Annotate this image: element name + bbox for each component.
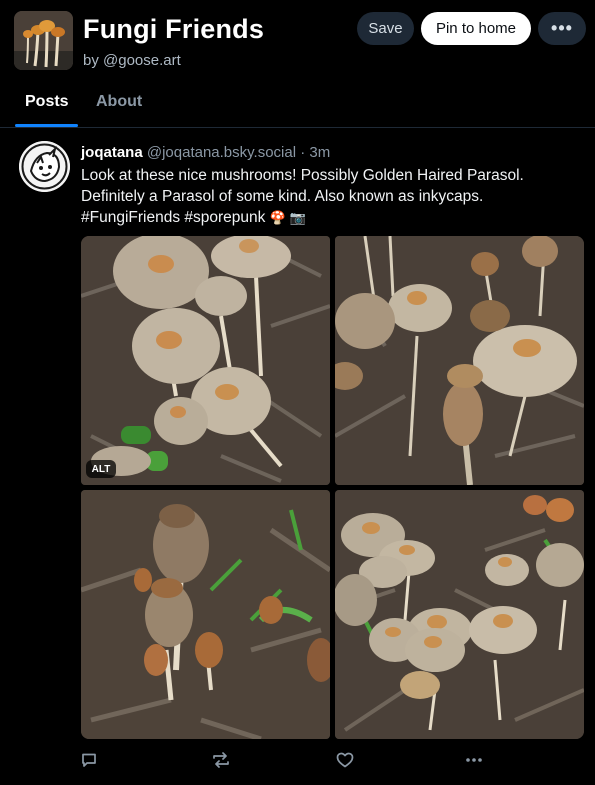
- feed-header: Fungi Friends by @goose.art Save Pin to …: [0, 0, 595, 80]
- post-emoji: 🍄 📷: [269, 210, 306, 225]
- alt-text-badge[interactable]: ALT: [86, 460, 116, 478]
- feed-avatar: [14, 11, 73, 70]
- post-display-name[interactable]: joqatana: [81, 144, 143, 161]
- more-options-button[interactable]: •••: [538, 12, 586, 45]
- post-image-4[interactable]: [335, 490, 584, 739]
- post-body: Look at these nice mushrooms! Possibly G…: [81, 165, 581, 228]
- post-header: joqatana @joqatana.bsky.social · 3m: [81, 144, 330, 161]
- mushroom-photo-3-icon: [81, 490, 330, 739]
- mushroom-photo-1-icon: [81, 236, 330, 485]
- save-button[interactable]: Save: [357, 12, 414, 45]
- post-image-grid: ALT: [81, 236, 584, 740]
- like-icon[interactable]: [336, 752, 356, 772]
- more-icon[interactable]: [464, 752, 484, 772]
- post-separator: ·: [300, 144, 306, 161]
- mushroom-photo-2-icon: [335, 236, 584, 485]
- feed-title: Fungi Friends: [83, 14, 265, 44]
- tab-posts[interactable]: Posts: [25, 93, 69, 111]
- post-item[interactable]: joqatana @joqatana.bsky.social · 3m Look…: [0, 128, 595, 784]
- feed-tabs: Posts About: [0, 80, 595, 128]
- post-handle[interactable]: @joqatana.bsky.social: [147, 144, 296, 161]
- active-tab-indicator: [15, 124, 78, 127]
- post-image-1[interactable]: ALT: [81, 236, 330, 485]
- post-image-3[interactable]: [81, 490, 330, 739]
- mushroom-avatar-icon: [14, 11, 73, 70]
- reply-icon[interactable]: [81, 752, 101, 772]
- post-action-bar: [0, 752, 595, 776]
- mushroom-photo-4-icon: [335, 490, 584, 739]
- feed-author[interactable]: by @goose.art: [83, 52, 181, 69]
- post-image-2[interactable]: [335, 236, 584, 485]
- repost-icon[interactable]: [211, 752, 231, 772]
- tab-about[interactable]: About: [96, 93, 142, 111]
- avatar[interactable]: [19, 141, 70, 192]
- post-timestamp[interactable]: 3m: [309, 144, 330, 161]
- user-avatar-icon: [19, 141, 70, 192]
- pin-to-home-button[interactable]: Pin to home: [421, 12, 531, 45]
